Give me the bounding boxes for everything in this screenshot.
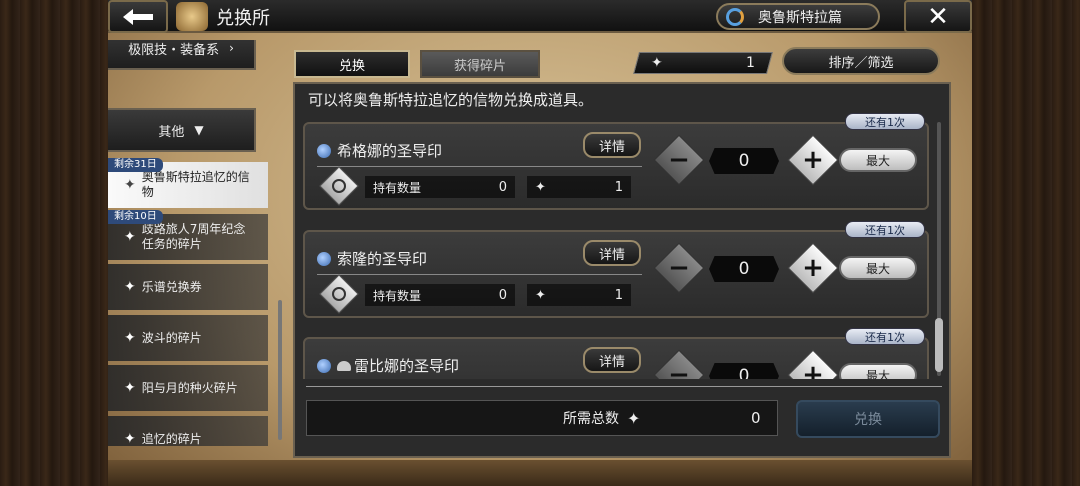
plus-icon: + <box>802 253 824 283</box>
bottom-border <box>108 460 972 486</box>
chevron-down-icon: ▼ <box>194 123 204 137</box>
back-button[interactable] <box>108 0 168 33</box>
owned-count: 持有数量 0 <box>365 284 515 306</box>
remaining-count-badge: 还有1次 <box>845 113 925 130</box>
currency-counter: ✦ 1 <box>633 52 773 74</box>
quantity-display: 0 <box>709 363 779 379</box>
sidebar-scrollbar[interactable] <box>278 300 282 440</box>
diamond-icon: ✦ <box>651 55 663 71</box>
gem-icon <box>317 358 331 373</box>
close-button[interactable]: ✕ <box>904 0 972 33</box>
right-wood-border <box>972 0 1080 486</box>
item-list[interactable]: 还有1次 希格娜的圣导印 详情 持有数量 0 ✦ 1 − 0 + 最大 还有1次… <box>296 112 944 379</box>
item-name: 索隆的圣导印 <box>337 250 428 268</box>
minus-icon: − <box>668 253 690 283</box>
gem-icon <box>317 251 331 266</box>
cost: ✦ 1 <box>527 176 631 198</box>
exchange-button[interactable]: 兑换 <box>796 400 940 438</box>
remaining-days-badge: 剩余10日 <box>108 210 163 224</box>
shop-icon <box>176 2 208 31</box>
divider <box>306 386 942 387</box>
exchange-item-card: 还有1次 希格娜的圣导印 详情 持有数量 0 ✦ 1 − 0 + 最大 <box>303 113 929 210</box>
swap-icon <box>726 7 744 26</box>
diamond-icon: ✦ <box>124 279 136 295</box>
total-required: 所需总数 ✦ 0 <box>306 400 778 436</box>
plus-icon: + <box>802 360 824 379</box>
sort-filter-button[interactable]: 排序／筛选 <box>782 47 940 75</box>
tab-get-shards[interactable]: 获得碎片 <box>420 50 540 78</box>
minus-icon: − <box>668 360 690 379</box>
diamond-icon: ✦ <box>124 177 136 193</box>
category-limit-equip[interactable]: 极限技・装备系 › <box>108 40 256 70</box>
gem-icon <box>317 143 331 158</box>
category-sidebar: 极限技・装备系 › 其他 ▼ 剩余31日 ✦ 奥鲁斯特拉追忆的信物 剩余10日 … <box>108 40 286 446</box>
quantity-display: 0 <box>709 148 779 174</box>
diamond-icon: ✦ <box>124 380 136 396</box>
chapter-select-button[interactable]: 奥鲁斯特拉篇 <box>716 3 880 30</box>
magnify-icon <box>332 179 346 193</box>
left-wood-border <box>0 0 108 486</box>
sidebar-item-memory-shard[interactable]: ✦ 追忆的碎片 <box>108 416 268 446</box>
minus-icon: − <box>668 145 690 175</box>
diamond-icon: ✦ <box>124 330 136 346</box>
diamond-icon: ✦ <box>535 287 546 303</box>
exchange-item-card: 还有1次 雷比娜的圣导印 详情 − 0 + 最大 <box>303 328 929 379</box>
divider <box>317 274 642 275</box>
item-name: 雷比娜的圣导印 <box>354 357 460 375</box>
cost: ✦ 1 <box>527 284 631 306</box>
remaining-count-badge: 还有1次 <box>845 328 925 345</box>
max-button[interactable]: 最大 <box>839 148 917 172</box>
chapter-label: 奥鲁斯特拉篇 <box>758 9 842 26</box>
sidebar-item-bodo-shard[interactable]: ✦ 波斗的碎片 <box>108 315 268 361</box>
diamond-icon: ✦ <box>124 431 136 446</box>
hat-icon <box>337 360 351 371</box>
exchange-item-card: 还有1次 索隆的圣导印 详情 持有数量 0 ✦ 1 − 0 + 最大 <box>303 221 929 318</box>
scroll-thumb[interactable] <box>935 318 943 372</box>
total-value: 0 <box>751 409 761 427</box>
remaining-days-badge: 剩余31日 <box>108 158 163 172</box>
magnify-icon <box>332 287 346 301</box>
detail-button[interactable]: 详情 <box>583 240 641 266</box>
category-other[interactable]: 其他 ▼ <box>108 108 256 152</box>
description-text: 可以将奥鲁斯特拉追忆的信物兑换成道具。 <box>308 91 594 109</box>
item-list-scrollbar[interactable] <box>935 122 943 376</box>
close-icon: ✕ <box>927 1 949 32</box>
sidebar-item-sun-moon-shard[interactable]: ✦ 阳与月的种火碎片 <box>108 365 268 411</box>
max-button[interactable]: 最大 <box>839 256 917 280</box>
chevron-right-icon: › <box>229 41 234 55</box>
diamond-icon: ✦ <box>535 179 546 195</box>
page-title: 兑换所 <box>216 8 270 29</box>
max-button[interactable]: 最大 <box>839 363 917 379</box>
tab-exchange[interactable]: 兑换 <box>294 50 410 78</box>
sidebar-item-music-ticket[interactable]: ✦ 乐谱兑换券 <box>108 264 268 310</box>
arrow-left-icon <box>123 8 153 25</box>
remaining-count-badge: 还有1次 <box>845 221 925 238</box>
owned-count: 持有数量 0 <box>365 176 515 198</box>
plus-icon: + <box>802 145 824 175</box>
diamond-icon: ✦ <box>627 408 641 428</box>
diamond-icon: ✦ <box>124 229 136 245</box>
quantity-display: 0 <box>709 256 779 282</box>
detail-button[interactable]: 详情 <box>583 347 641 373</box>
divider <box>317 166 642 167</box>
total-label: 所需总数 <box>563 411 619 427</box>
item-name: 希格娜的圣导印 <box>337 142 443 160</box>
currency-value: 1 <box>746 55 755 71</box>
detail-button[interactable]: 详情 <box>583 132 641 158</box>
